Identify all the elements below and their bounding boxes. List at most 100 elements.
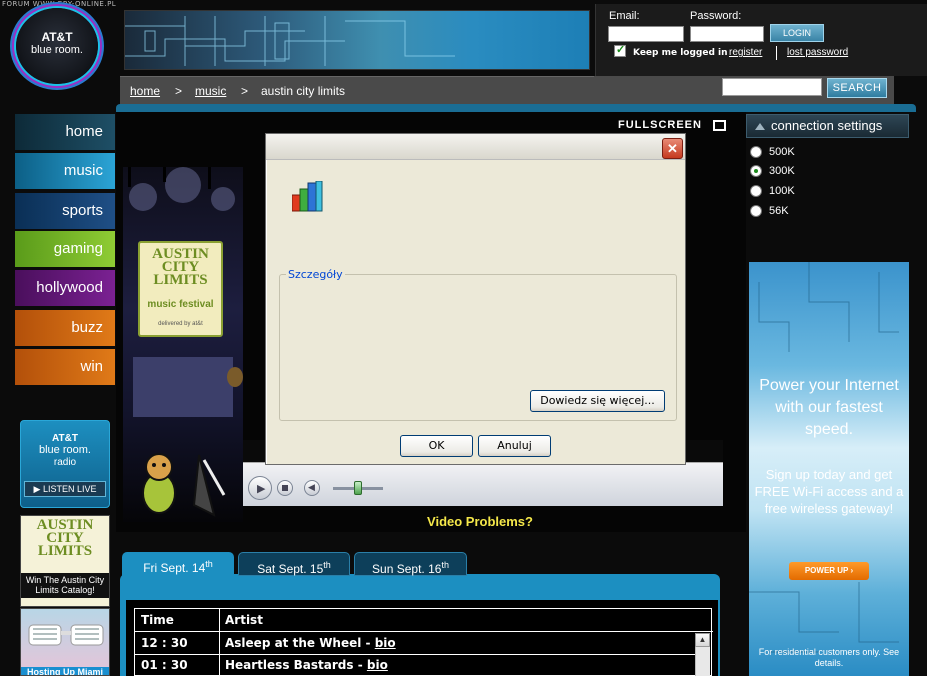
nav-sports[interactable]: sports	[15, 193, 115, 229]
row-divider	[135, 654, 695, 655]
nav-win[interactable]: win	[15, 349, 115, 385]
logo-line1: AT&T	[41, 30, 73, 44]
tab-friday[interactable]: Fri Sept. 14th	[122, 552, 234, 578]
schedule-table: Time Artist 12 : 30 Asleep at the Wheel …	[126, 600, 718, 676]
content-top-border	[116, 104, 916, 112]
lost-password-link[interactable]: lost password	[787, 47, 848, 58]
chevron-up-icon: ▲	[698, 635, 707, 644]
learn-more-button[interactable]: Dowiedz się więcej...	[530, 390, 665, 412]
search-input[interactable]	[722, 78, 822, 96]
tab-sunday[interactable]: Sun Sept. 16th	[354, 552, 467, 576]
radio-label: radio	[53, 457, 77, 468]
forum-watermark: FORUM WWW.GRY-ONLINE.PL	[2, 0, 117, 8]
play-icon: ▶	[33, 484, 43, 494]
nav-home[interactable]: home	[15, 114, 115, 150]
header-banner	[124, 10, 590, 70]
stop-icon	[282, 485, 288, 491]
column-divider	[219, 609, 220, 676]
password-field[interactable]	[690, 26, 764, 42]
breadcrumb-separator: >	[241, 84, 249, 98]
acl-promo-caption: Win The Austin City Limits Catalog!	[21, 573, 109, 598]
glasses-promo[interactable]: Hosting Up Miami	[20, 608, 110, 676]
ad-headline: Power your Internet with our fastest spe…	[759, 377, 899, 438]
listen-live-button[interactable]: ▶ LISTEN LIVE	[24, 481, 106, 497]
keep-logged-in-checkbox[interactable]	[614, 43, 626, 57]
fullscreen-button[interactable]: FULLSCREEN	[618, 119, 702, 131]
stop-button[interactable]	[277, 480, 293, 496]
power-up-button[interactable]: POWER UP ›	[789, 562, 869, 580]
play-icon: ▶	[257, 483, 266, 495]
video-problems-link[interactable]: Video Problems?	[380, 514, 580, 529]
mute-button[interactable]: ◀	[304, 480, 320, 496]
column-header-artist: Artist	[225, 613, 263, 627]
windows-installer-icon	[292, 181, 323, 212]
ok-button[interactable]: OK	[400, 435, 473, 457]
chevron-right-icon: ›	[850, 566, 854, 575]
radio-brand: AT&T	[52, 433, 78, 444]
radio-56k-label: 56K	[769, 205, 789, 217]
header-divider	[135, 631, 713, 632]
tab-saturday[interactable]: Sat Sept. 15th	[238, 552, 350, 576]
acl-logo: AUSTIN CITY LIMITS	[36, 517, 94, 559]
table-row-time: 12 : 30	[141, 636, 188, 650]
dialog-titlebar[interactable]	[266, 134, 685, 160]
nav-music[interactable]: music	[15, 153, 115, 189]
login-panel: Email: Password: LOGIN Keep me logged in…	[595, 4, 927, 76]
nav-gaming[interactable]: gaming	[15, 231, 115, 267]
radio-100k[interactable]	[750, 185, 762, 197]
column-header-time: Time	[141, 613, 174, 627]
ad-fine-print: For residential customers only. See deta…	[758, 647, 900, 668]
table-row-time: 01 : 30	[141, 658, 188, 672]
ad-body: Sign up today and get FREE Wi-Fi access …	[754, 467, 904, 516]
search-button[interactable]: SEARCH	[827, 78, 887, 98]
tab-saturday-suffix: th	[323, 560, 331, 570]
link-divider	[776, 46, 777, 60]
radio-300k-label: 300K	[769, 165, 795, 177]
password-label: Password:	[690, 10, 742, 22]
shutter-glasses-image	[28, 624, 104, 646]
acl-sign-title: AUSTIN CITY LIMITS	[152, 246, 209, 288]
breadcrumb: home > music > austin city limits	[120, 76, 594, 104]
artist-name: Heartless Bastards	[225, 658, 354, 672]
scroll-up-button[interactable]: ▲	[695, 633, 710, 647]
play-button[interactable]: ▶	[248, 476, 272, 500]
power-up-label: POWER UP	[804, 566, 849, 575]
system-dialog: ✕ Szczegóły Dowiedz się więcej... OK Anu…	[265, 133, 686, 465]
att-blue-room-logo[interactable]: AT&T blue room.	[16, 8, 98, 84]
glasses-promo-caption: Hosting Up Miami	[21, 667, 109, 675]
dialog-close-button[interactable]: ✕	[662, 138, 683, 159]
breadcrumb-home[interactable]: home	[130, 84, 160, 98]
acl-festival-sign: AUSTIN CITY LIMITS music festival delive…	[138, 241, 223, 337]
nav-hollywood[interactable]: hollywood	[15, 270, 115, 306]
table-row-artist: Heartless Bastards - bio	[225, 658, 388, 672]
nav-buzz[interactable]: buzz	[15, 310, 115, 346]
bio-link[interactable]: bio	[367, 658, 388, 672]
email-label: Email:	[609, 10, 640, 22]
login-button[interactable]: LOGIN	[770, 24, 824, 42]
radio-500k[interactable]	[750, 146, 762, 158]
listen-live-label: LISTEN LIVE	[42, 484, 97, 494]
artist-name: Asleep at the Wheel	[225, 636, 362, 650]
tab-friday-label: Fri Sept. 14	[143, 561, 206, 575]
details-group-label: Szczegóły	[286, 268, 345, 281]
connection-settings-header[interactable]: connection settings	[746, 114, 909, 138]
radio-500k-label: 500K	[769, 146, 795, 158]
acl-sign-subtitle: music festival	[147, 299, 214, 310]
radio-56k[interactable]	[750, 205, 762, 217]
volume-slider-knob[interactable]	[354, 481, 362, 495]
radio-promo[interactable]: AT&T blue room. radio ▶ LISTEN LIVE	[20, 420, 110, 508]
register-link[interactable]: register	[729, 47, 762, 58]
tab-saturday-label: Sat Sept. 15	[257, 562, 324, 576]
radio-brand-sub: blue room.	[39, 444, 91, 456]
cancel-button[interactable]: Anuluj	[478, 435, 551, 457]
internet-ad[interactable]: Power your Internet with our fastest spe…	[749, 262, 909, 676]
acl-catalog-promo[interactable]: AUSTIN CITY LIMITS Win The Austin City L…	[20, 515, 110, 607]
bio-link[interactable]: bio	[375, 636, 396, 650]
keep-logged-in-label: Keep me logged in	[633, 48, 728, 58]
breadcrumb-music[interactable]: music	[195, 84, 226, 98]
tab-sunday-suffix: th	[441, 560, 449, 570]
breadcrumb-current: austin city limits	[261, 84, 346, 98]
email-field[interactable]	[608, 26, 684, 42]
radio-300k[interactable]	[750, 165, 762, 177]
fullscreen-icon[interactable]	[713, 120, 726, 131]
